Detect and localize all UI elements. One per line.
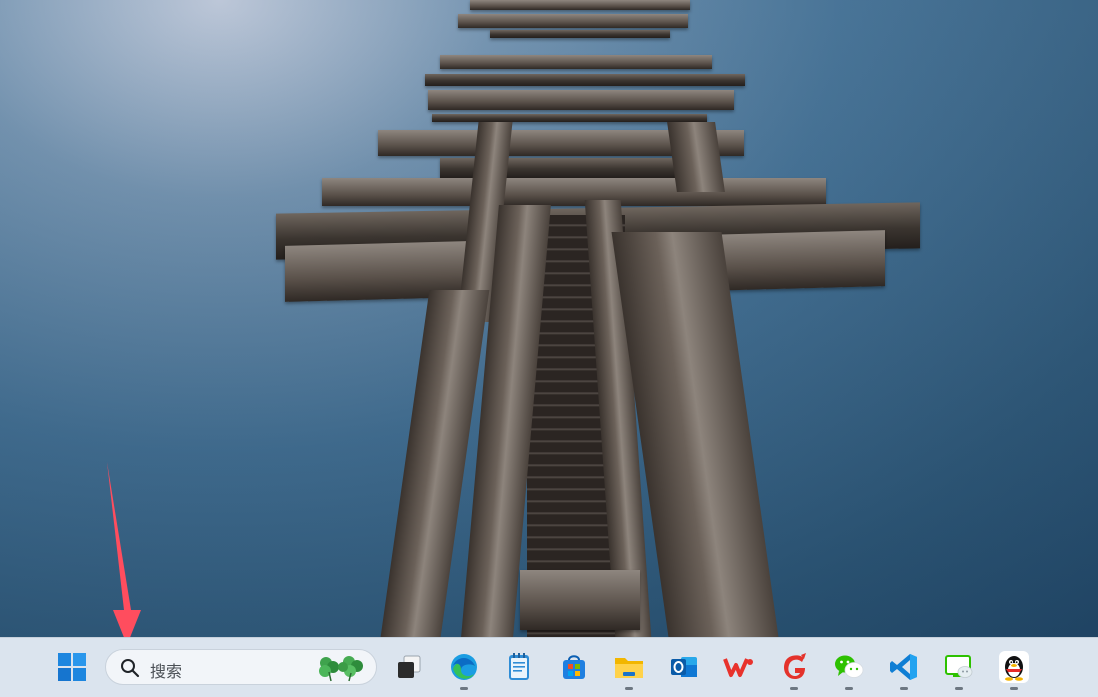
dev-tools-icon (945, 655, 973, 678)
running-indicator (790, 687, 798, 690)
search-box[interactable]: 搜索 (105, 649, 377, 685)
taskbar-app-red-g[interactable] (774, 647, 814, 690)
taskbar-app-wechat[interactable] (829, 647, 869, 690)
wallpaper-pier-image (0, 0, 1098, 637)
annotation-arrow (107, 462, 141, 637)
clover-decoration-icon (319, 656, 363, 682)
taskbar-app-dev-tools[interactable] (939, 647, 979, 690)
wps-icon (723, 658, 753, 677)
taskbar-app-outlook[interactable] (664, 647, 704, 687)
taskbar-app-edge[interactable] (444, 647, 484, 690)
desktop-wallpaper (0, 0, 1098, 637)
running-indicator (1010, 687, 1018, 690)
wechat-icon (835, 655, 864, 678)
edge-browser-icon (451, 654, 477, 680)
search-placeholder: 搜索 (150, 662, 183, 681)
task-view-icon (398, 655, 421, 678)
taskbar-app-store[interactable] (554, 647, 594, 687)
windows-start-icon (58, 653, 86, 681)
taskbar-app-file-explorer[interactable] (609, 647, 649, 690)
taskbar-app-qq[interactable] (994, 647, 1034, 690)
start-button[interactable] (52, 647, 92, 687)
running-indicator (900, 687, 908, 690)
task-view-button[interactable] (389, 647, 429, 687)
running-indicator (845, 687, 853, 690)
running-indicator (460, 687, 468, 690)
red-g-icon (784, 653, 806, 679)
store-icon (563, 655, 585, 679)
search-icon (121, 659, 140, 678)
running-indicator (625, 687, 633, 690)
taskbar-app-wps[interactable] (719, 647, 759, 687)
folder-icon (615, 658, 643, 678)
notepad-icon (509, 653, 529, 680)
running-indicator (955, 687, 963, 690)
taskbar-app-vscode[interactable] (884, 647, 924, 690)
taskbar: 搜索 (0, 637, 1098, 697)
qq-penguin-icon (999, 651, 1029, 683)
taskbar-app-notepad[interactable] (499, 647, 539, 687)
outlook-icon (671, 657, 697, 677)
vscode-icon (890, 654, 917, 680)
